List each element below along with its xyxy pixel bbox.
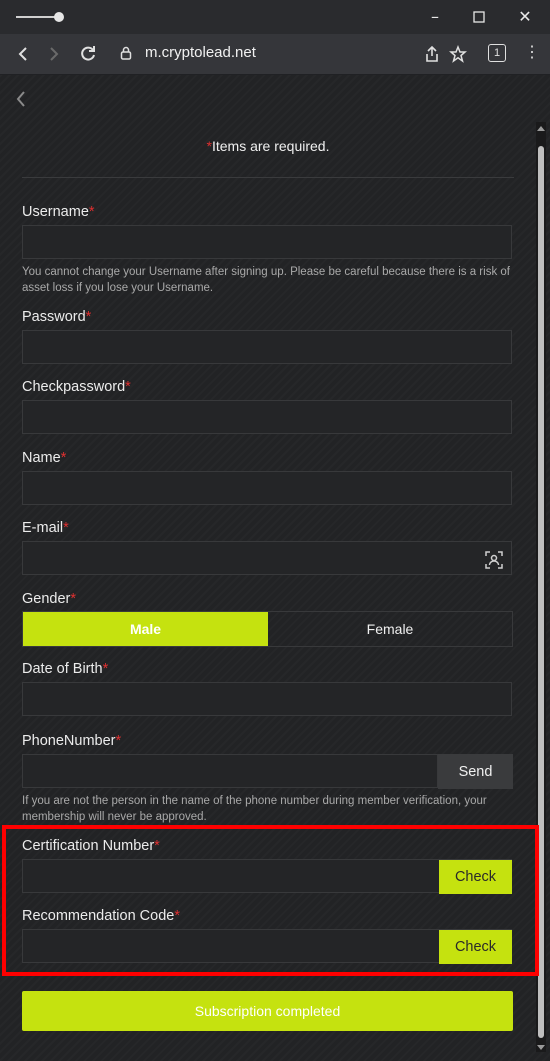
back-arrow-icon[interactable] (11, 42, 35, 66)
gender-label: Gender* (22, 591, 77, 607)
username-label: Username* (22, 204, 95, 220)
username-field[interactable] (22, 225, 512, 259)
phone-field[interactable] (22, 754, 438, 788)
email-label: E-mail* (22, 520, 69, 536)
divider (22, 177, 514, 178)
browser-toolbar: m.cryptolead.net 1 ⋮ (0, 34, 550, 75)
contact-autofill-icon[interactable] (484, 550, 504, 575)
window-titlebar: – ✕ (0, 0, 550, 34)
subscription-submit-button[interactable]: Subscription completed (22, 991, 513, 1031)
lock-icon[interactable] (120, 46, 132, 65)
phone-help-text: If you are not the person in the name of… (22, 795, 487, 823)
password-label: Password* (22, 309, 92, 325)
checkpassword-label: Checkpassword* (22, 379, 131, 395)
gender-male-option[interactable]: Male (23, 612, 268, 646)
maximize-icon[interactable] (468, 6, 490, 28)
url-text[interactable]: m.cryptolead.net (145, 44, 256, 61)
phone-label: PhoneNumber* (22, 733, 122, 749)
highlight-box (2, 825, 539, 976)
bookmark-star-icon[interactable] (446, 42, 470, 66)
dob-label: Date of Birth* (22, 661, 109, 677)
forward-arrow-icon[interactable] (42, 42, 66, 66)
scroll-up-icon[interactable] (537, 126, 545, 131)
share-icon[interactable] (420, 42, 444, 66)
reload-icon[interactable] (76, 42, 100, 66)
back-chevron-icon[interactable] (14, 89, 28, 114)
more-menu-icon[interactable]: ⋮ (524, 44, 540, 62)
checkpassword-field[interactable] (22, 400, 512, 434)
tab-count-button[interactable]: 1 (488, 44, 506, 62)
send-button[interactable]: Send (438, 754, 513, 789)
scroll-down-icon[interactable] (537, 1045, 545, 1050)
close-icon[interactable]: ✕ (514, 6, 536, 28)
gender-toggle: Male Female (22, 611, 513, 647)
password-field[interactable] (22, 330, 512, 364)
dob-field[interactable] (22, 682, 512, 716)
username-help-text: You cannot change your Username after si… (22, 266, 510, 294)
minimize-icon[interactable]: – (424, 6, 446, 28)
slider-knob[interactable] (54, 12, 64, 22)
required-note: *Items are required. (206, 138, 330, 154)
name-field[interactable] (22, 471, 512, 505)
name-label: Name* (22, 450, 67, 466)
email-field[interactable] (22, 541, 512, 575)
gender-female-option[interactable]: Female (268, 612, 512, 646)
